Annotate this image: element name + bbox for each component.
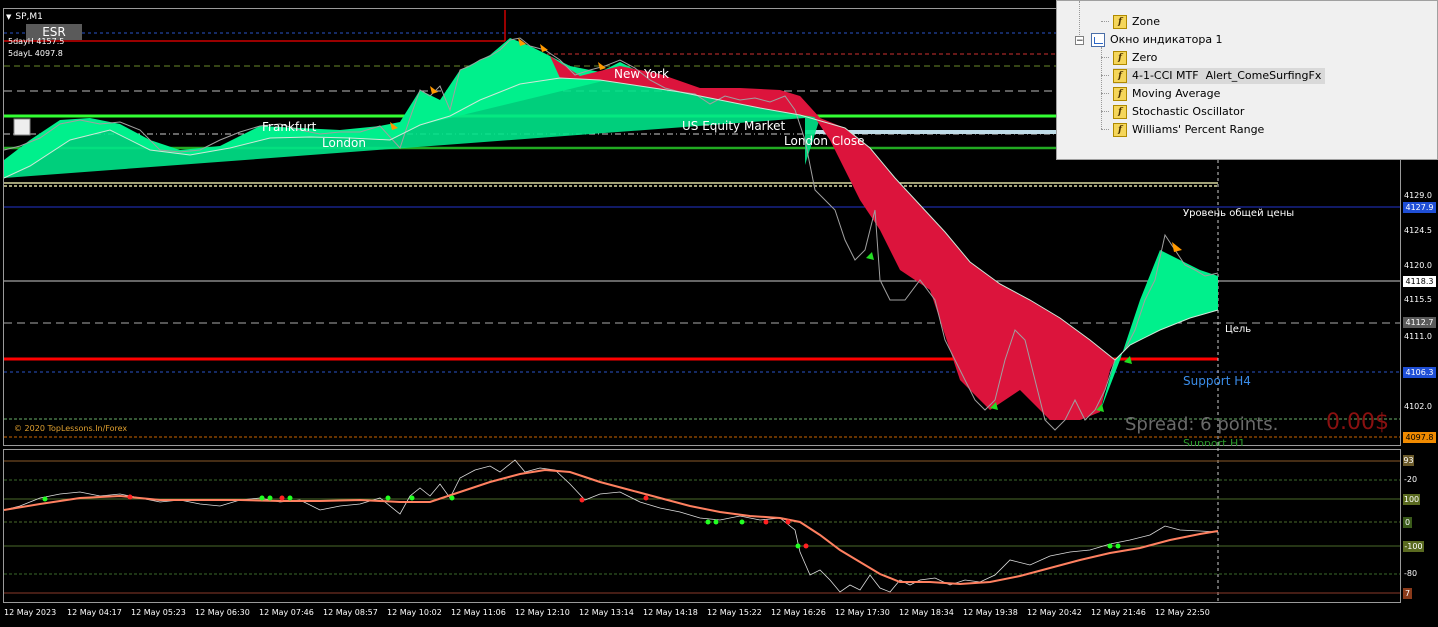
price-tag: 4118.3 <box>1403 276 1436 287</box>
time-tick: 12 May 22:50 <box>1155 608 1210 617</box>
symbol-label: ▼ SP,M1 <box>6 12 43 22</box>
indicator-window-icon <box>1091 33 1105 47</box>
time-tick: 12 May 20:42 <box>1027 608 1082 617</box>
time-tick: 12 May 17:30 <box>835 608 890 617</box>
function-icon: f <box>1113 69 1127 83</box>
session-london-close: London Close <box>784 134 865 148</box>
time-tick: 12 May 15:22 <box>707 608 762 617</box>
tree-item-label: Zone <box>1132 15 1161 28</box>
tree-item-label: Stochastic Oscillator <box>1132 105 1245 118</box>
spread-label: Spread: 6 points. <box>1125 414 1279 435</box>
oscillator-tag: 93 <box>1403 455 1414 466</box>
oscillator-tag: 0 <box>1403 517 1412 528</box>
indicator-list-panel[interactable]: f Zone − Окно индикатора 1 f Zero f 4-1-… <box>1056 0 1438 160</box>
tree-item-cci-mtf[interactable]: f 4-1-CCI MTF Alert_ComeSurfingFx <box>1113 68 1326 84</box>
time-tick: 12 May 19:38 <box>963 608 1018 617</box>
tree-item-zone[interactable]: f Zone <box>1113 14 1160 30</box>
collapse-icon[interactable]: − <box>1075 36 1084 46</box>
time-tick: 12 May 2023 <box>4 608 57 617</box>
time-tick: 12 May 21:46 <box>1091 608 1146 617</box>
profit-label: 0.00$ <box>1326 410 1389 435</box>
time-tick: 12 May 06:30 <box>195 608 250 617</box>
time-tick: 12 May 12:10 <box>515 608 570 617</box>
session-london: London <box>322 136 366 150</box>
oscillator-tick: -80 <box>1404 569 1418 578</box>
tree-item-williams[interactable]: f Williams' Percent Range <box>1113 122 1264 138</box>
time-tick: 12 May 08:57 <box>323 608 378 617</box>
chart-button <box>13 118 31 136</box>
support-h1-label: Support H1 <box>1183 437 1246 446</box>
function-icon: f <box>1113 87 1127 101</box>
price-tag: 4127.9 <box>1403 202 1436 213</box>
function-icon: f <box>1113 123 1127 137</box>
time-tick: 12 May 14:18 <box>643 608 698 617</box>
common-price-level-label: Уровень общей цены <box>1183 208 1295 219</box>
price-tick: 4124.5 <box>1404 226 1432 235</box>
function-icon: f <box>1113 51 1127 65</box>
time-tick: 12 May 13:14 <box>579 608 634 617</box>
price-tick: 4102.0 <box>1404 402 1432 411</box>
target-level-label: Цель <box>1225 324 1252 335</box>
time-tick: 12 May 10:02 <box>387 608 442 617</box>
time-tick: 12 May 07:46 <box>259 608 314 617</box>
tree-item-stochastic[interactable]: f Stochastic Oscillator <box>1113 104 1244 120</box>
price-tag: 4112.7 <box>1403 317 1436 328</box>
price-tick: 4115.5 <box>1404 295 1432 304</box>
copyright-label: © 2020 TopLessons.In/Forex <box>14 424 128 433</box>
oscillator-tag: 7 <box>1403 588 1412 599</box>
tree-item-label: Zero <box>1132 51 1158 64</box>
time-tick: 12 May 04:17 <box>67 608 122 617</box>
tree-item-zero[interactable]: f Zero <box>1113 50 1157 66</box>
support-h4-label: Support H4 <box>1183 374 1251 388</box>
day-high-label: 5dayH 4157.5 <box>8 37 65 46</box>
time-tick: 12 May 16:26 <box>771 608 826 617</box>
tree-item-moving-average[interactable]: f Moving Average <box>1113 86 1220 102</box>
tree-item-label: Moving Average <box>1132 87 1221 100</box>
session-us-equity: US Equity Market <box>682 119 786 133</box>
day-low-label: 5dayL 4097.8 <box>8 49 63 58</box>
tree-item-indicator-window[interactable]: Окно индикатора 1 <box>1091 32 1223 48</box>
function-icon: f <box>1113 15 1127 29</box>
session-frankfurt: Frankfurt <box>262 120 317 134</box>
oscillator-tag: 100 <box>1403 494 1420 505</box>
time-tick: 12 May 18:34 <box>899 608 954 617</box>
tree-item-label: Williams' Percent Range <box>1132 123 1265 136</box>
function-icon: f <box>1113 105 1127 119</box>
oscillator-tag: -100 <box>1403 541 1424 552</box>
price-tick: 4120.0 <box>1404 261 1432 270</box>
price-tick: 4111.0 <box>1404 332 1432 341</box>
price-tick: 4129.0 <box>1404 191 1432 200</box>
oscillator-tick: -20 <box>1404 475 1418 484</box>
session-new-york: New York <box>614 67 669 81</box>
time-tick: 12 May 05:23 <box>131 608 186 617</box>
time-tick: 12 May 11:06 <box>451 608 506 617</box>
tree-item-label: Окно индикатора 1 <box>1110 33 1223 46</box>
dropdown-arrow-icon[interactable]: ▼ <box>6 13 11 21</box>
price-tag: 4106.3 <box>1403 367 1436 378</box>
tree-item-label: 4-1-CCI MTF Alert_ComeSurfingFx <box>1132 69 1322 82</box>
price-tag: 4097.8 <box>1403 432 1436 443</box>
